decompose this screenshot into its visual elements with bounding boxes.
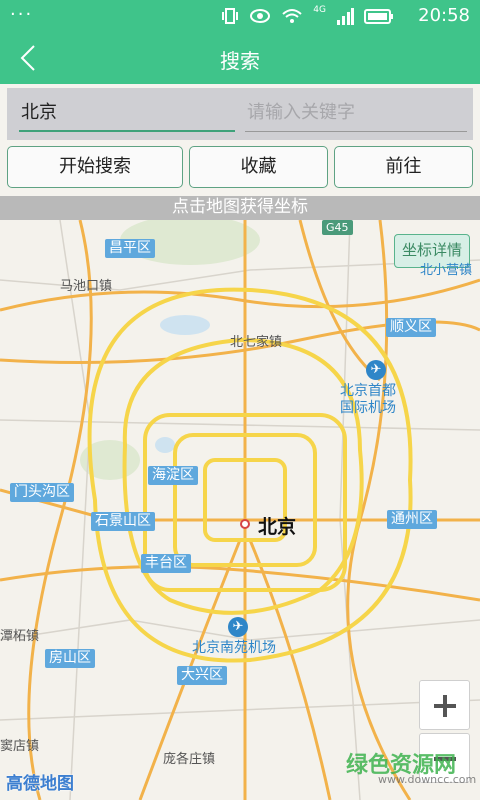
keyword-input[interactable]: 请输入关键字 [245, 96, 467, 132]
town-label: 北小营镇 [420, 263, 473, 278]
status-bar: ··· 4G 20:58 [0, 0, 480, 32]
district-label: 海淀区 [148, 466, 198, 485]
menu-dots: ··· [10, 4, 34, 25]
title-bar: 搜索 [0, 32, 480, 84]
airport-icon: ✈ [228, 617, 248, 637]
town-label: 窦店镇 [0, 739, 40, 754]
nanyuan-airport-label: 北京南苑机场 [192, 640, 276, 656]
action-buttons: 开始搜索 收藏 前往 [0, 146, 480, 190]
highway-badge: G45 [322, 220, 353, 235]
district-label: 房山区 [45, 649, 95, 668]
district-label: 丰台区 [141, 554, 191, 573]
eye-icon [250, 9, 271, 23]
district-label: 石景山区 [91, 512, 155, 531]
wifi-icon [282, 9, 302, 23]
battery-icon [364, 9, 393, 24]
capital-airport-label: 北京首都 国际机场 [340, 383, 396, 416]
signal-icon [337, 8, 354, 25]
clock: 20:58 [418, 5, 470, 26]
airport-icon: ✈ [366, 360, 386, 380]
network-label: 4G [313, 5, 326, 15]
zoom-in-button[interactable] [419, 680, 470, 730]
town-label: 马池口镇 [60, 279, 113, 294]
town-label: 庞各庄镇 [163, 752, 216, 767]
go-button[interactable]: 前往 [334, 146, 473, 188]
page-title: 搜索 [220, 49, 260, 73]
town-label: 北七家镇 [230, 335, 283, 350]
watermark-url: www.downcc.com [378, 773, 477, 786]
district-label: 通州区 [387, 510, 437, 529]
status-icons: 4G [221, 5, 394, 27]
city-input[interactable]: 北京 [19, 96, 235, 132]
district-label: 顺义区 [386, 318, 436, 337]
city-center-marker [240, 519, 250, 529]
map-view[interactable]: 坐标详情 G45 昌平区 顺义区 门头沟区 海淀区 石景山区 丰台区 通州区 房… [0, 220, 480, 800]
town-label: 潭柘镇 [0, 629, 40, 644]
map-hint: 点击地图获得坐标 [0, 196, 480, 220]
amap-logo: 高德地图 [6, 774, 74, 794]
district-label: 门头沟区 [10, 483, 74, 502]
start-search-button[interactable]: 开始搜索 [7, 146, 183, 188]
district-label: 大兴区 [177, 666, 227, 685]
favorite-button[interactable]: 收藏 [189, 146, 328, 188]
district-label: 昌平区 [105, 239, 155, 258]
city-center-label: 北京 [258, 516, 297, 538]
screen: ··· 4G 20:58 搜索 北京 请输入关键字 开始搜索 收藏 前往 点击地… [0, 0, 480, 800]
vibrate-icon [222, 8, 239, 24]
search-row: 北京 请输入关键字 [7, 88, 473, 140]
